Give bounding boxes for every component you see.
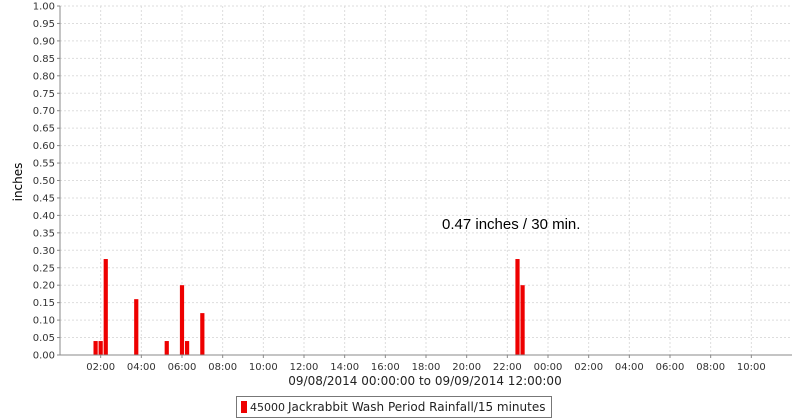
- y-tick-label: 0.70: [33, 106, 55, 117]
- y-tick-label: 0.85: [33, 54, 55, 65]
- y-tick-label: 0.15: [33, 298, 55, 309]
- rainfall-bar: [200, 313, 205, 355]
- x-tick-label: 00:00: [534, 362, 563, 373]
- x-tick-label: 16:00: [371, 362, 400, 373]
- rainfall-bar: [515, 259, 520, 355]
- y-tick-label: 0.30: [33, 246, 55, 257]
- rainfall-bar: [103, 259, 108, 355]
- y-tick-label: 0.95: [33, 19, 55, 30]
- legend-station-id: 45000: [250, 400, 285, 414]
- rainfall-bar: [520, 285, 525, 355]
- rainfall-bar: [134, 299, 139, 355]
- y-tick-label: 0.55: [33, 159, 55, 170]
- x-tick-label: 06:00: [168, 362, 197, 373]
- grid-lines: [60, 5, 792, 355]
- y-tick-label: 0.10: [33, 316, 55, 327]
- x-axis-ticks: 02:00 04:00 06:00 08:00 10:00 12:00 14:00 16:00…: [86, 355, 766, 373]
- x-tick-label: 10:00: [737, 362, 766, 373]
- x-tick-label: 14:00: [330, 362, 359, 373]
- y-tick-label: 0.90: [33, 36, 55, 47]
- y-tick-label: 0.25: [33, 263, 55, 274]
- rainfall-bar: [179, 285, 185, 355]
- y-tick-label: 0.40: [33, 211, 55, 222]
- x-tick-label: 04:00: [615, 362, 644, 373]
- y-tick-label: 0.65: [33, 124, 55, 135]
- x-tick-label: 08:00: [696, 362, 725, 373]
- y-axis-label: inches: [11, 163, 25, 202]
- legend-series-name: Jackrabbit Wash Period Rainfall/15 minut…: [288, 400, 546, 414]
- rainfall-bar: [184, 341, 190, 355]
- x-tick-label: 20:00: [452, 362, 481, 373]
- x-tick-label: 18:00: [412, 362, 441, 373]
- rainfall-bar: [93, 341, 98, 355]
- y-tick-label: 0.45: [33, 193, 55, 204]
- x-tick-label: 06:00: [656, 362, 685, 373]
- x-tick-label: 12:00: [290, 362, 319, 373]
- x-tick-label: 04:00: [127, 362, 156, 373]
- y-tick-label: 0.35: [33, 228, 55, 239]
- y-axis-ticks: 0.00 0.05 0.10 0.15 0.20 0.25 0.30 0.35 0.40 0.45…: [33, 2, 60, 362]
- x-axis-range-label: 09/08/2014 00:00:00 to 09/09/2014 12:00:…: [288, 374, 561, 388]
- legend: 45000 Jackrabbit Wash Period Rainfall/15…: [236, 396, 553, 418]
- legend-swatch-icon: [241, 401, 247, 413]
- y-tick-label: 0.60: [33, 141, 55, 152]
- y-tick-label: 0.05: [33, 333, 55, 344]
- y-tick-label: 0.50: [33, 176, 55, 187]
- x-tick-label: 10:00: [249, 362, 278, 373]
- rainfall-bar: [164, 341, 169, 355]
- rainfall-chart: 0.00 0.05 0.10 0.15 0.20 0.25 0.30 0.35 0.40 0.45…: [11, 2, 792, 388]
- y-tick-label: 1.00: [33, 2, 55, 13]
- y-tick-label: 0.20: [33, 281, 55, 292]
- y-tick-label: 0.75: [33, 89, 55, 100]
- chart-annotation: 0.47 inches / 30 min.: [442, 216, 580, 233]
- rainfall-bar: [98, 341, 103, 355]
- x-tick-label: 08:00: [208, 362, 237, 373]
- y-tick-label: 0.00: [33, 351, 55, 362]
- x-tick-label: 22:00: [493, 362, 522, 373]
- x-tick-label: 02:00: [574, 362, 603, 373]
- x-tick-label: 02:00: [86, 362, 115, 373]
- y-tick-label: 0.80: [33, 71, 55, 82]
